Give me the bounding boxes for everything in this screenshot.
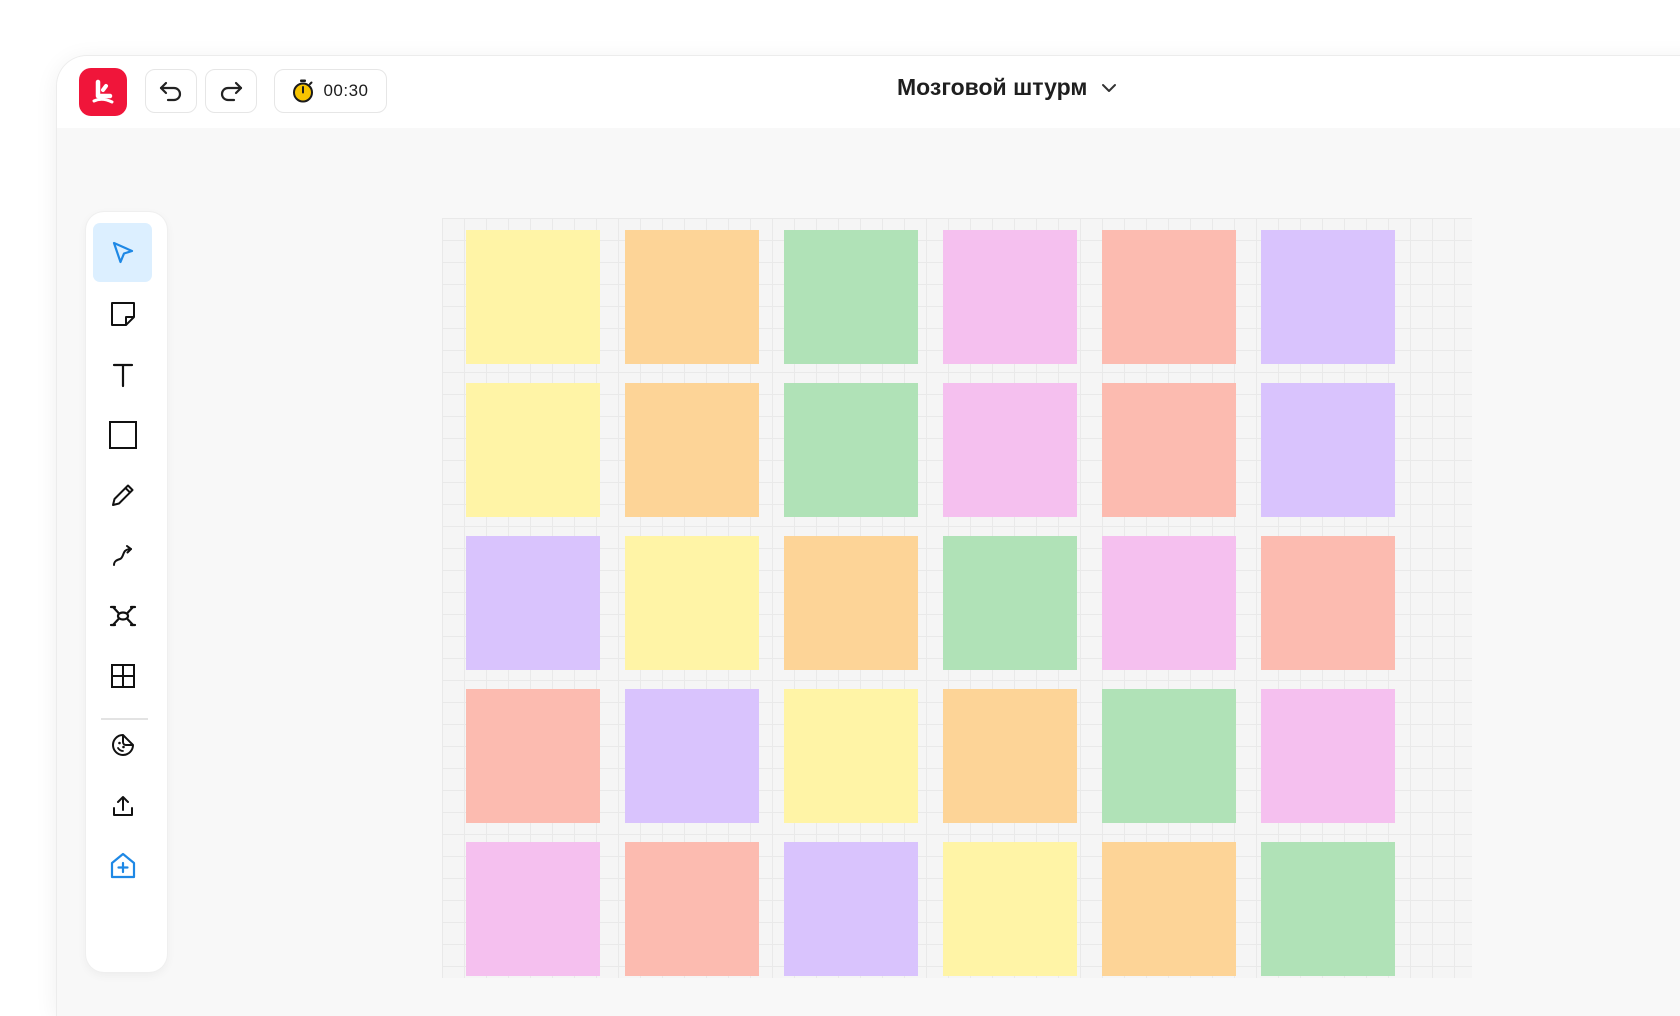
sticky-note-orange[interactable]	[784, 536, 918, 670]
mindmap-icon	[109, 605, 136, 626]
tool-pen[interactable]	[93, 465, 152, 524]
sticky-note-purple[interactable]	[625, 689, 759, 823]
upload-icon	[112, 795, 133, 816]
sticky-note-pink[interactable]	[943, 383, 1077, 517]
sticky-note-yellow[interactable]	[625, 536, 759, 670]
sticker-icon	[111, 733, 134, 756]
stopwatch-icon	[293, 79, 314, 103]
sticky-note-yellow[interactable]	[466, 230, 600, 364]
sticky-note-salmon[interactable]	[466, 689, 600, 823]
board-title-dropdown[interactable]: Мозговой штурм	[897, 74, 1117, 101]
logo-icon	[92, 79, 114, 104]
sticky-note-green[interactable]	[784, 383, 918, 517]
sticky-note-yellow[interactable]	[466, 383, 600, 517]
sticky-note-green[interactable]	[784, 230, 918, 364]
tool-connector[interactable]	[93, 526, 152, 585]
sticky-note-green[interactable]	[1261, 842, 1395, 976]
tool-table[interactable]	[93, 646, 152, 705]
timer-button[interactable]: 00:30	[274, 69, 387, 113]
sticky-note-purple[interactable]	[1261, 230, 1395, 364]
tool-mindmap[interactable]	[93, 586, 152, 645]
sticky-note-green[interactable]	[943, 536, 1077, 670]
app-logo[interactable]	[79, 68, 127, 116]
tool-rectangle[interactable]	[93, 405, 152, 464]
tool-palette	[86, 212, 167, 972]
connector-arrow-icon	[112, 544, 132, 566]
rectangle-icon	[108, 420, 137, 449]
sticky-note-icon	[110, 301, 135, 326]
sticky-note-purple[interactable]	[466, 536, 600, 670]
chevron-down-icon	[1102, 83, 1117, 92]
undo-button[interactable]	[145, 69, 197, 113]
table-grid-icon	[110, 663, 135, 688]
sticky-note-purple[interactable]	[1261, 383, 1395, 517]
text-icon	[112, 363, 133, 387]
board-title: Мозговой штурм	[897, 74, 1088, 100]
sticky-note-pink[interactable]	[943, 230, 1077, 364]
sticky-note-pink[interactable]	[1102, 536, 1236, 670]
sticky-note-orange[interactable]	[1102, 842, 1236, 976]
sticky-note-orange[interactable]	[625, 230, 759, 364]
sticky-note-purple[interactable]	[784, 842, 918, 976]
tool-upload[interactable]	[93, 776, 152, 835]
sticky-note-yellow[interactable]	[784, 689, 918, 823]
sticky-note-pink[interactable]	[1261, 689, 1395, 823]
sticky-note-salmon[interactable]	[1102, 383, 1236, 517]
sticky-note-salmon[interactable]	[1261, 536, 1395, 670]
sticky-note-orange[interactable]	[625, 383, 759, 517]
sticky-note-pink[interactable]	[466, 842, 600, 976]
redo-icon	[220, 81, 243, 102]
app-window: 00:30 Мозговой штурм	[57, 56, 1680, 1016]
sticky-note-orange[interactable]	[943, 689, 1077, 823]
add-frame-icon	[110, 852, 135, 878]
tool-stickers[interactable]	[93, 715, 152, 774]
sticky-note-green[interactable]	[1102, 689, 1236, 823]
pencil-icon	[111, 484, 133, 506]
sticky-board[interactable]	[442, 218, 1472, 978]
sticky-note-salmon[interactable]	[625, 842, 759, 976]
top-bar: 00:30 Мозговой штурм	[57, 56, 1680, 128]
timer-value: 00:30	[323, 81, 369, 100]
redo-button[interactable]	[205, 69, 257, 113]
tool-sticky-note[interactable]	[93, 284, 152, 343]
cursor-arrow-icon	[112, 241, 133, 263]
undo-icon	[159, 81, 182, 102]
tool-text[interactable]	[93, 345, 152, 404]
tool-templates[interactable]	[93, 836, 152, 895]
sticky-note-yellow[interactable]	[943, 842, 1077, 976]
tool-select[interactable]	[93, 223, 152, 282]
sticky-note-salmon[interactable]	[1102, 230, 1236, 364]
